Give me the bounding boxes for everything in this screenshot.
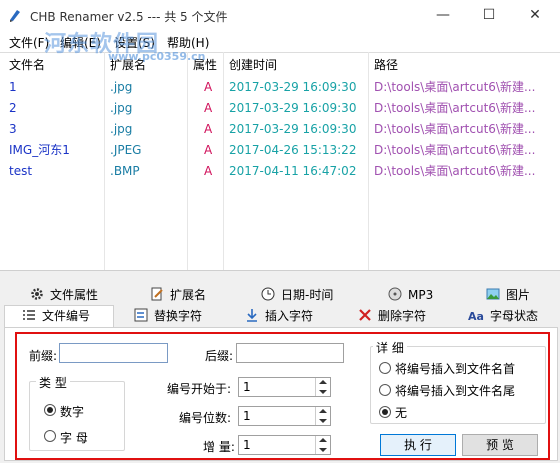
numbered-list-icon (23, 310, 35, 320)
file-name-cell: 2 (9, 101, 17, 115)
file-ext-cell: .BMP (110, 164, 140, 178)
file-name-cell: IMG_河东1 (9, 143, 70, 157)
tab-label: 文件编号 (42, 309, 91, 323)
file-attr-cell: A (204, 164, 213, 178)
delete-x-icon (359, 309, 371, 321)
file-path-cell: D:\tools\桌面\artcut6\新建... (374, 122, 536, 136)
clock-icon (261, 287, 275, 301)
file-attr-cell: A (204, 143, 213, 157)
menu-help[interactable]: 帮助(H) (167, 34, 209, 51)
file-ext-cell: .JPEG (110, 143, 142, 157)
file-path-cell: D:\tools\桌面\artcut6\新建... (374, 143, 536, 157)
file-ext-cell: .jpg (110, 80, 133, 94)
file-created-cell: 2017-03-29 16:09:30 (229, 80, 357, 94)
file-path-cell: D:\tools\桌面\artcut6\新建... (374, 101, 536, 115)
picture-icon (486, 288, 500, 300)
tab-mp3[interactable]: MP3 (388, 284, 433, 306)
tab-picture[interactable]: 图片 (486, 284, 530, 306)
gear-icon (31, 288, 43, 300)
tab-insert-chars[interactable]: 插入字符 (245, 305, 313, 327)
file-created-cell: 2017-04-26 15:13:22 (229, 143, 357, 157)
window-title: CHB Renamer v2.5 --- 共 5 个文件 (30, 10, 228, 24)
tab-replace-chars[interactable]: 替换字符 (134, 305, 202, 327)
letter-case-icon: Aa (468, 310, 484, 323)
tab-label: 日期-时间 (281, 288, 334, 302)
file-path-cell: D:\tools\桌面\artcut6\新建... (374, 164, 536, 178)
app-icon (10, 10, 20, 22)
tab-label: 图片 (506, 288, 531, 302)
close-button[interactable]: ✕ (512, 0, 558, 30)
tab-label: 扩展名 (170, 288, 207, 302)
file-attr-cell: A (204, 80, 213, 94)
tab-extension[interactable]: 扩展名 (150, 284, 206, 306)
tab-letter-case[interactable]: Aa 字母状态 (468, 305, 538, 327)
highlight-frame (15, 332, 550, 460)
table-row[interactable]: 2 .jpg A 2017-03-29 16:09:30 D:\tools\桌面… (0, 98, 560, 119)
tab-label: 替换字符 (154, 309, 203, 323)
tab-label: 字母状态 (489, 309, 538, 323)
tab-file-numbering[interactable]: 文件编号 (22, 305, 90, 327)
file-attr-cell: A (204, 122, 213, 136)
file-created-cell: 2017-03-29 16:09:30 (229, 122, 357, 136)
divider (0, 270, 560, 271)
tab-label: 插入字符 (265, 309, 314, 323)
document-edit-icon (151, 287, 163, 301)
tab-label: 文件属性 (50, 288, 99, 302)
table-row[interactable]: 1 .jpg A 2017-03-29 16:09:30 D:\tools\桌面… (0, 77, 560, 98)
table-row[interactable]: 3 .jpg A 2017-03-29 16:09:30 D:\tools\桌面… (0, 119, 560, 140)
column-header-name[interactable]: 文件名 (9, 55, 45, 75)
file-created-cell: 2017-04-11 16:47:02 (229, 164, 357, 178)
maximize-button[interactable]: ☐ (466, 0, 512, 30)
file-name-cell: test (9, 164, 33, 178)
file-created-cell: 2017-03-29 16:09:30 (229, 101, 357, 115)
column-header-path[interactable]: 路径 (374, 55, 398, 75)
tab-delete-chars[interactable]: 删除字符 (358, 305, 426, 327)
tab-label: 删除字符 (378, 309, 427, 323)
file-ext-cell: .jpg (110, 101, 133, 115)
tab-file-attributes[interactable]: 文件属性 (30, 284, 98, 306)
table-row[interactable]: IMG_河东1 .JPEG A 2017-04-26 15:13:22 D:\t… (0, 140, 560, 161)
column-header-created[interactable]: 创建时间 (229, 55, 277, 75)
insert-icon (247, 309, 257, 322)
watermark-url: www.pc0359.cn (108, 50, 206, 63)
tab-label: MP3 (408, 288, 434, 302)
cd-icon (388, 287, 402, 301)
file-attr-cell: A (204, 101, 213, 115)
table-row[interactable]: test .BMP A 2017-04-11 16:47:02 D:\tools… (0, 161, 560, 182)
file-ext-cell: .jpg (110, 122, 133, 136)
file-path-cell: D:\tools\桌面\artcut6\新建... (374, 80, 536, 94)
file-name-cell: 3 (9, 122, 17, 136)
minimize-button[interactable]: — (420, 0, 466, 30)
tab-date-time[interactable]: 日期-时间 (261, 284, 333, 306)
replace-icon (134, 308, 148, 322)
file-name-cell: 1 (9, 80, 17, 94)
